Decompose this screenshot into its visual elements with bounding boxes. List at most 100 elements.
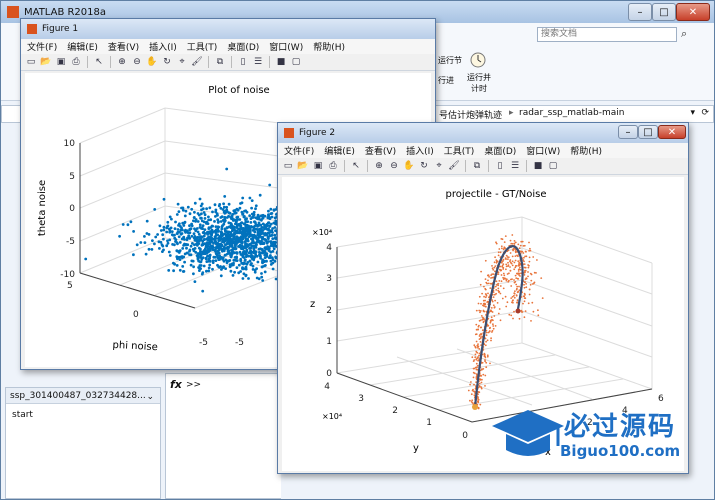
noise-point xyxy=(510,270,512,272)
hide-tools-icon[interactable]: ■ xyxy=(275,56,287,68)
scatter-point xyxy=(219,256,222,259)
save-icon[interactable]: ▣ xyxy=(312,160,324,172)
scatter-point xyxy=(226,216,229,219)
menu-help[interactable]: 帮助(H) xyxy=(313,40,345,53)
zoom-out-icon[interactable]: ⊖ xyxy=(131,56,143,68)
scatter-point xyxy=(226,235,229,238)
advance-label[interactable]: 行进 xyxy=(438,75,454,86)
minimize-button[interactable]: – xyxy=(628,3,652,21)
noise-point xyxy=(501,274,503,276)
brush-icon[interactable]: 🖌 xyxy=(191,56,203,68)
menu-window[interactable]: 窗口(W) xyxy=(269,40,303,53)
chevron-down-icon[interactable]: ▾ xyxy=(690,108,695,118)
zoom-in-icon[interactable]: ⊕ xyxy=(116,56,128,68)
rotate-icon[interactable]: ↻ xyxy=(418,160,430,172)
show-tools-icon[interactable]: ▢ xyxy=(290,56,302,68)
path-part-2[interactable]: radar_ssp_matlab-main xyxy=(519,108,625,118)
scatter-point xyxy=(264,271,267,274)
menu-window[interactable]: 窗口(W) xyxy=(526,144,560,157)
close-button[interactable]: ✕ xyxy=(658,125,686,139)
scatter-point xyxy=(270,223,273,226)
menu-tools[interactable]: 工具(T) xyxy=(187,40,218,53)
scatter-point xyxy=(269,251,272,254)
scatter-point xyxy=(237,271,240,274)
svg-text:0: 0 xyxy=(69,204,75,214)
menu-file[interactable]: 文件(F) xyxy=(284,144,314,157)
menu-view[interactable]: 查看(V) xyxy=(108,40,139,53)
noise-point xyxy=(480,284,482,286)
maximize-button[interactable]: □ xyxy=(652,3,676,21)
menu-desktop[interactable]: 桌面(D) xyxy=(484,144,516,157)
scatter-point xyxy=(241,255,244,258)
data-cursor-icon[interactable]: ⌖ xyxy=(433,160,445,172)
print-icon[interactable]: ⎙ xyxy=(70,56,82,68)
scatter-point xyxy=(263,224,266,227)
rotate-icon[interactable]: ↻ xyxy=(161,56,173,68)
run-section-label[interactable]: 运行节 xyxy=(438,55,462,66)
run-time-icon[interactable] xyxy=(467,51,489,69)
menu-insert[interactable]: 插入(I) xyxy=(406,144,434,157)
new-figure-icon[interactable]: ▭ xyxy=(282,160,294,172)
data-cursor-icon[interactable]: ⌖ xyxy=(176,56,188,68)
menu-edit[interactable]: 编辑(E) xyxy=(67,40,98,53)
zoom-in-icon[interactable]: ⊕ xyxy=(373,160,385,172)
minimize-button[interactable]: – xyxy=(618,125,638,139)
figure-1-titlebar[interactable]: Figure 1 xyxy=(21,19,435,39)
pan-icon[interactable]: ✋ xyxy=(146,56,158,68)
noise-point xyxy=(519,318,521,320)
command-window[interactable]: fx >> xyxy=(165,373,281,499)
figure-2-titlebar[interactable]: Figure 2 – □ ✕ xyxy=(278,123,688,143)
close-button[interactable]: ✕ xyxy=(676,3,710,21)
legend-icon[interactable]: ☰ xyxy=(509,160,521,172)
scatter-point xyxy=(224,254,227,257)
noise-point xyxy=(495,289,497,291)
search-input[interactable]: 搜索文档 xyxy=(537,27,677,42)
noise-point xyxy=(511,301,513,303)
menu-view[interactable]: 查看(V) xyxy=(365,144,396,157)
pan-icon[interactable]: ✋ xyxy=(403,160,415,172)
select-icon[interactable]: ↖ xyxy=(350,160,362,172)
print-icon[interactable]: ⎙ xyxy=(327,160,339,172)
maximize-button[interactable]: □ xyxy=(638,125,658,139)
noise-point xyxy=(480,310,482,312)
run-and-time-label[interactable]: 运行并 计时 xyxy=(461,72,497,94)
menu-insert[interactable]: 插入(I) xyxy=(149,40,177,53)
brush-icon[interactable]: 🖌 xyxy=(448,160,460,172)
open-icon[interactable]: 📂 xyxy=(297,160,309,172)
link-icon[interactable]: ⧉ xyxy=(471,160,483,172)
workspace-item[interactable]: start xyxy=(6,404,160,426)
open-icon[interactable]: 📂 xyxy=(40,56,52,68)
scatter-point xyxy=(190,264,193,267)
hide-tools-icon[interactable]: ■ xyxy=(532,160,544,172)
noise-point xyxy=(473,384,475,386)
scatter-point xyxy=(232,262,235,265)
menu-desktop[interactable]: 桌面(D) xyxy=(227,40,259,53)
noise-point xyxy=(507,262,509,264)
scatter-point xyxy=(171,230,174,233)
scatter-point xyxy=(223,195,226,198)
refresh-icon[interactable]: ⟳ xyxy=(701,108,709,118)
menu-help[interactable]: 帮助(H) xyxy=(570,144,602,157)
scatter-point xyxy=(204,213,207,216)
path-part-1[interactable]: 号估计炮弹轨迹 xyxy=(439,108,502,121)
menu-tools[interactable]: 工具(T) xyxy=(444,144,475,157)
legend-icon[interactable]: ☰ xyxy=(252,56,264,68)
fx-icon[interactable]: fx xyxy=(170,378,182,391)
search-icon[interactable]: ⌕ xyxy=(681,27,695,41)
scatter-point xyxy=(229,216,232,219)
new-figure-icon[interactable]: ▭ xyxy=(25,56,37,68)
scatter-point xyxy=(205,222,208,225)
link-icon[interactable]: ⧉ xyxy=(214,56,226,68)
colorbar-icon[interactable]: ▯ xyxy=(494,160,506,172)
select-icon[interactable]: ↖ xyxy=(93,56,105,68)
show-tools-icon[interactable]: ▢ xyxy=(547,160,559,172)
noise-point xyxy=(516,265,518,267)
menu-edit[interactable]: 编辑(E) xyxy=(324,144,355,157)
zoom-out-icon[interactable]: ⊖ xyxy=(388,160,400,172)
menu-file[interactable]: 文件(F) xyxy=(27,40,57,53)
colorbar-icon[interactable]: ▯ xyxy=(237,56,249,68)
chevron-down-icon[interactable]: ⌄ xyxy=(146,389,154,404)
save-icon[interactable]: ▣ xyxy=(55,56,67,68)
noise-point xyxy=(482,374,484,376)
scatter-point xyxy=(202,224,205,227)
